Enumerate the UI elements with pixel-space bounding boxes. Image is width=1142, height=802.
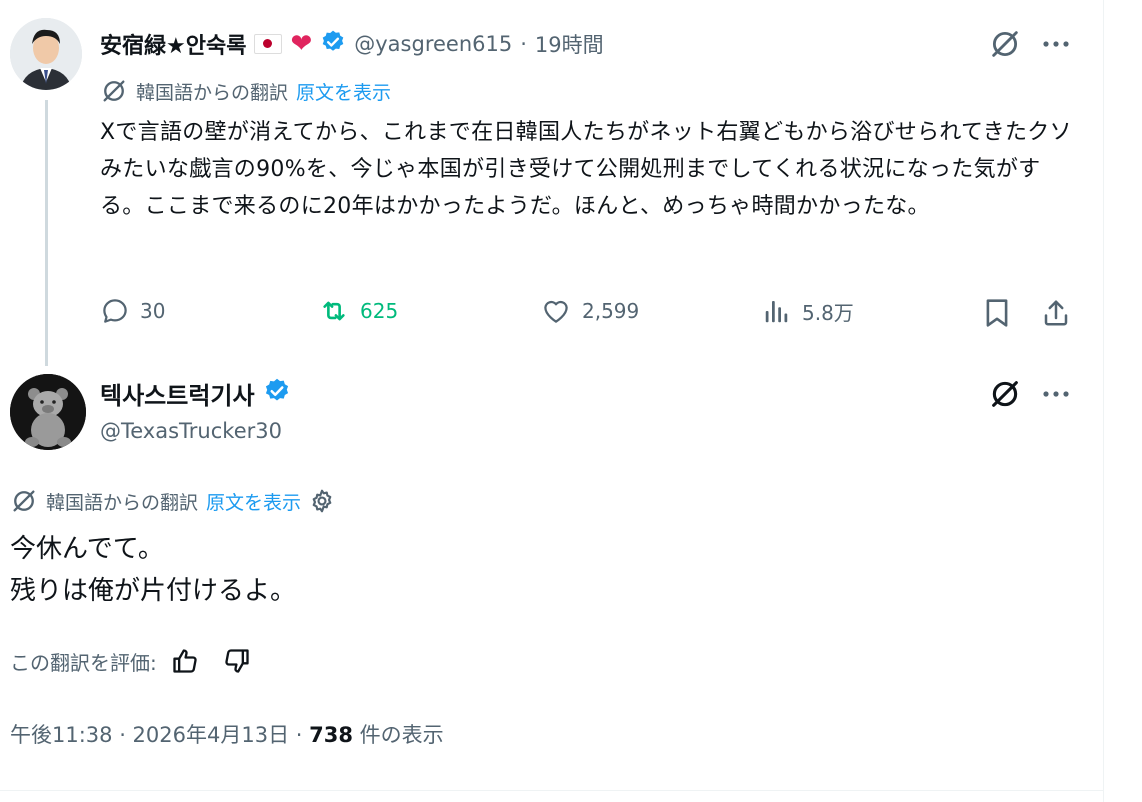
thread-line bbox=[45, 100, 48, 366]
timestamp[interactable]: 午後11:38 · 2026年4月13日 · bbox=[10, 723, 309, 747]
avatar-bear-image bbox=[10, 374, 86, 450]
tweet-text: 今休んでて。 残りは俺が片付けるよ。 bbox=[10, 528, 296, 612]
repost-count: 625 bbox=[360, 299, 399, 323]
thumbs-up-icon[interactable] bbox=[171, 647, 199, 675]
views-button[interactable]: 5.8万 bbox=[762, 296, 854, 326]
reply-button[interactable]: 30 bbox=[100, 296, 165, 326]
views-count: 5.8万 bbox=[802, 300, 854, 325]
more-options-icon[interactable] bbox=[1036, 376, 1076, 412]
repost-button[interactable]: 625 bbox=[318, 296, 398, 326]
display-name[interactable]: 安宿緑★안숙록 bbox=[100, 28, 246, 60]
handle[interactable]: @TexasTrucker30 bbox=[100, 416, 282, 446]
view-count-suffix: 件の表示 bbox=[352, 723, 444, 747]
more-options-icon[interactable] bbox=[1036, 26, 1076, 62]
avatar-man-image bbox=[10, 18, 82, 90]
rate-translation-label: この翻訳を評価: bbox=[10, 650, 157, 675]
reply-count: 30 bbox=[140, 299, 166, 323]
thumbs-down-icon[interactable] bbox=[223, 647, 251, 675]
reply-icon bbox=[103, 299, 127, 323]
tweet1-header: 安宿緑★안숙록 ❤ @yasgreen615 · 19時間 bbox=[100, 26, 604, 62]
verified-badge-icon bbox=[320, 29, 346, 59]
bookmark-icon[interactable] bbox=[980, 294, 1014, 332]
post-time[interactable]: 19時間 bbox=[535, 29, 604, 59]
translation-bar: 韓国語からの翻訳 原文を表示 bbox=[100, 76, 391, 106]
avatar[interactable] bbox=[10, 374, 86, 450]
translate-icon bbox=[103, 80, 125, 102]
show-original-link[interactable]: 原文を表示 bbox=[206, 488, 301, 515]
heart-icon bbox=[544, 300, 568, 323]
share-icon[interactable] bbox=[1038, 294, 1074, 332]
post-timestamp: 午後11:38 · 2026年4月13日 · 738 件の表示 bbox=[10, 718, 444, 752]
japan-flag-icon bbox=[254, 34, 283, 54]
translate-icon bbox=[13, 490, 35, 512]
grok-icon[interactable] bbox=[985, 26, 1025, 62]
tweet-text: Xで言語の壁が消えてから、これまで在日韓国人たちがネット右翼どもから浴びせられて… bbox=[100, 120, 1072, 219]
tweet-text-line: 今休んでて。 bbox=[10, 534, 164, 564]
views-chart-icon bbox=[765, 301, 788, 323]
right-panel-border bbox=[1103, 0, 1142, 802]
tweet1-actions: 30 625 2,599 5.8万 bbox=[100, 292, 1075, 334]
tweet-text-line: 残りは俺が片付けるよ。 bbox=[10, 576, 297, 606]
translation-bar: 韓国語からの翻訳 原文を表示 bbox=[10, 486, 335, 516]
translation-note: 韓国語からの翻訳 bbox=[136, 81, 289, 104]
repost-icon bbox=[323, 301, 345, 321]
view-count: 738 bbox=[309, 723, 353, 747]
display-name[interactable]: 텍사스트럭기사 bbox=[100, 376, 255, 411]
rate-translation: この翻訳を評価: bbox=[10, 644, 251, 678]
red-heart-icon: ❤ bbox=[290, 29, 313, 59]
like-button[interactable]: 2,599 bbox=[540, 296, 639, 326]
tweet2-name-row: 텍사스트럭기사 bbox=[100, 374, 291, 412]
settings-gear-icon[interactable] bbox=[309, 488, 335, 514]
separator-dot: · bbox=[520, 32, 527, 56]
divider bbox=[0, 790, 1104, 791]
show-original-link[interactable]: 原文を表示 bbox=[296, 78, 391, 105]
like-count: 2,599 bbox=[582, 299, 640, 323]
verified-badge-icon bbox=[263, 377, 291, 409]
grok-icon[interactable] bbox=[985, 376, 1025, 412]
handle[interactable]: @yasgreen615 bbox=[354, 32, 512, 56]
avatar[interactable] bbox=[10, 18, 82, 90]
translation-note: 韓国語からの翻訳 bbox=[46, 491, 199, 514]
